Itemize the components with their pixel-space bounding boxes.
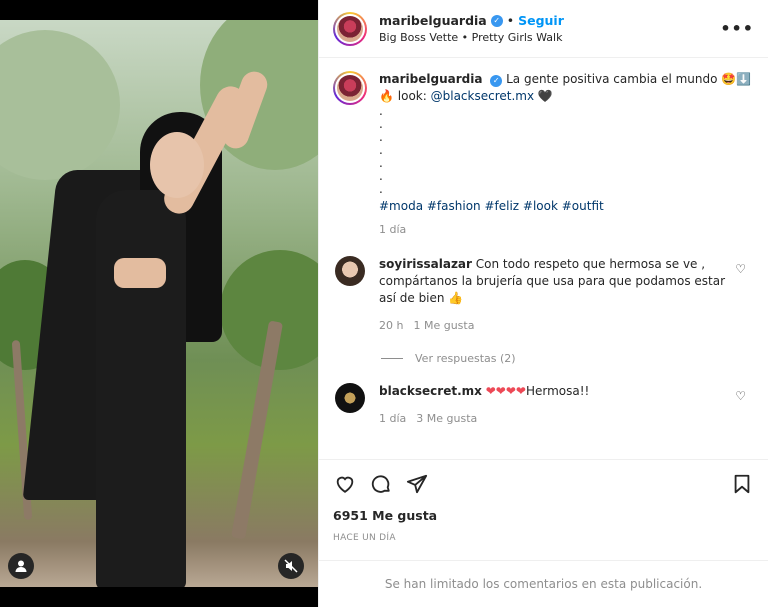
post-sidebar: maribelguardia ✓ • Seguir Big Boss Vette… — [318, 0, 768, 607]
fire-emoji: 🔥 — [379, 89, 394, 103]
likes-count[interactable]: 6951 Me gusta — [333, 508, 437, 523]
separator: • — [506, 13, 515, 28]
caption-avatar[interactable] — [333, 71, 367, 105]
caption-dot: . — [379, 117, 383, 131]
caption-emoji: 🤩⬇️ — [721, 72, 752, 86]
tree-foliage — [0, 30, 120, 180]
commenter-avatar[interactable] — [335, 383, 365, 413]
waist — [114, 258, 166, 288]
view-replies-label: Ver respuestas (2) — [415, 352, 516, 365]
caption-age: 1 día — [379, 223, 407, 236]
caption-username[interactable]: maribelguardia — [379, 72, 482, 86]
view-replies-button[interactable]: Ver respuestas (2) — [381, 352, 754, 365]
thumbs-up-emoji: 👍 — [448, 291, 464, 305]
black-heart-emoji: 🖤 — [537, 89, 553, 103]
caption-dot: . — [379, 169, 383, 183]
comment-text: Hermosa!! — [525, 384, 590, 398]
face — [150, 132, 204, 198]
post-header: maribelguardia ✓ • Seguir Big Boss Vette… — [319, 0, 768, 58]
follow-button[interactable]: Seguir — [518, 13, 564, 28]
post-dialog: maribelguardia ✓ • Seguir Big Boss Vette… — [0, 0, 768, 607]
caption-dot: . — [379, 143, 383, 157]
caption-dot: . — [379, 130, 383, 144]
comment-like-heart-icon[interactable]: ♡ — [735, 262, 746, 276]
comment-age: 1 día — [379, 412, 407, 425]
posted-time: HACE UN DÍA — [333, 533, 396, 543]
caption-text: La gente positiva cambia el mundo — [506, 72, 718, 86]
comments-section: maribelguardia ✓ La gente positiva cambi… — [319, 59, 768, 459]
bookmark-icon[interactable] — [730, 472, 754, 496]
author-avatar[interactable] — [333, 11, 367, 46]
comment-like-heart-icon[interactable]: ♡ — [735, 389, 746, 403]
comment-icon[interactable] — [369, 472, 393, 496]
action-bar — [319, 459, 768, 507]
post-photo[interactable] — [0, 20, 318, 587]
comment-age: 20 h — [379, 319, 404, 332]
mention-link[interactable]: @blacksecret.mx — [431, 89, 534, 103]
more-options-icon[interactable]: ••• — [720, 19, 754, 38]
muted-icon[interactable] — [278, 553, 304, 579]
caption-dot: . — [379, 104, 383, 118]
author-username[interactable]: maribelguardia — [379, 13, 487, 28]
user-tag-icon[interactable] — [8, 553, 34, 579]
red-hearts-emoji: ❤❤❤❤ — [485, 384, 526, 398]
caption-dot: . — [379, 156, 383, 170]
caption-dot: . — [379, 182, 383, 196]
comment-likes[interactable]: 3 Me gusta — [416, 410, 477, 427]
heart-icon[interactable] — [333, 472, 357, 496]
commenter-username[interactable]: soyirissalazar — [379, 257, 472, 271]
comment-item: soyirissalazar Con todo respeto que herm… — [333, 256, 754, 334]
audio-track[interactable]: Big Boss Vette • Pretty Girls Walk — [379, 31, 720, 44]
caption-hashtags[interactable]: #moda #fashion #feliz #look #outfit — [379, 198, 754, 215]
commenter-avatar[interactable] — [335, 256, 365, 286]
share-icon[interactable] — [405, 472, 429, 496]
replies-line — [381, 358, 403, 359]
comment-likes[interactable]: 1 Me gusta — [413, 317, 474, 334]
verified-icon: ✓ — [490, 14, 503, 27]
comments-limited-notice: Se han limitado los comentarios en esta … — [319, 560, 768, 607]
look-label: look: — [397, 89, 427, 103]
caption: maribelguardia ✓ La gente positiva cambi… — [333, 71, 754, 238]
commenter-username[interactable]: blacksecret.mx — [379, 384, 482, 398]
comment-item: blacksecret.mx ❤❤❤❤Hermosa!! 1 día 3 Me … — [333, 383, 754, 427]
dress — [96, 190, 186, 587]
verified-icon: ✓ — [490, 74, 503, 87]
media-panel — [0, 0, 318, 607]
